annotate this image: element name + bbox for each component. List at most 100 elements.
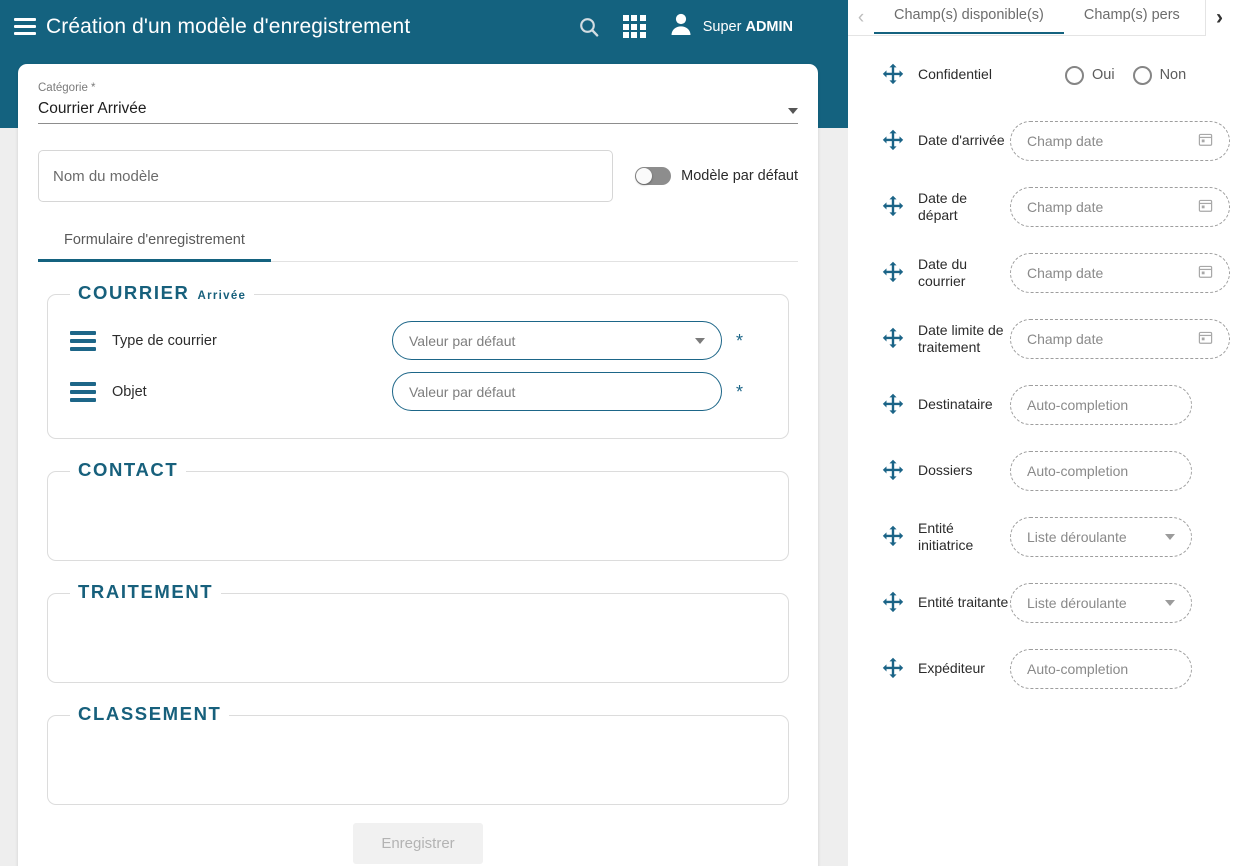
move-handle-icon[interactable] bbox=[880, 62, 906, 88]
tab-formulaire-enregistrement[interactable]: Formulaire d'enregistrement bbox=[38, 224, 271, 262]
tabs-scroll-right-icon[interactable]: › bbox=[1205, 0, 1233, 36]
move-handle-icon[interactable] bbox=[880, 326, 906, 352]
section-courrier: COURRIER Arrivée Type de courrier Valeur… bbox=[47, 282, 789, 439]
field-list-item[interactable]: Entité initiatrice Liste déroulante bbox=[848, 504, 1233, 570]
field-list-item[interactable]: Dossiers Auto-completion bbox=[848, 438, 1233, 504]
move-handle-icon[interactable] bbox=[880, 458, 906, 484]
field-list-item[interactable]: Date de départ Champ date bbox=[848, 174, 1233, 240]
field-placeholder: Champ date bbox=[1027, 199, 1104, 215]
field-list-item[interactable]: Date limite de traitement Champ date bbox=[848, 306, 1233, 372]
chevron-down-icon[interactable] bbox=[695, 337, 705, 344]
section-subtitle: Arrivée bbox=[197, 290, 247, 302]
field-control-date[interactable]: Champ date bbox=[1010, 319, 1230, 359]
hamburger-icon[interactable] bbox=[14, 18, 36, 35]
field-placeholder: Valeur par défaut bbox=[409, 332, 516, 349]
field-placeholder: Auto-completion bbox=[1027, 661, 1129, 677]
move-handle-icon[interactable] bbox=[880, 128, 906, 154]
save-button[interactable]: Enregistrer bbox=[353, 823, 483, 864]
field-row-type-de-courrier: Type de courrier Valeur par défaut * bbox=[48, 315, 788, 366]
field-control-date[interactable]: Champ date bbox=[1010, 121, 1230, 161]
toggle-knob bbox=[636, 168, 653, 184]
drag-handle-icon[interactable] bbox=[70, 381, 96, 402]
field-control-date[interactable]: Champ date bbox=[1010, 253, 1230, 293]
main-pane: Création d'un modèle d'enregistrement Su… bbox=[0, 0, 848, 866]
tab-champs-personnalises[interactable]: Champ(s) pers bbox=[1064, 1, 1200, 34]
category-select[interactable]: Catégorie * Courrier Arrivée bbox=[38, 82, 798, 128]
radio-label: Oui bbox=[1092, 67, 1115, 83]
field-control-select[interactable]: Valeur par défaut bbox=[392, 321, 722, 360]
field-control-list[interactable]: Liste déroulante bbox=[1010, 517, 1192, 557]
section-classement-legend: CLASSEMENT bbox=[70, 703, 230, 725]
field-list-item-label: Expéditeur bbox=[918, 660, 985, 677]
field-control-auto[interactable]: Auto-completion bbox=[1010, 385, 1192, 425]
calendar-icon[interactable] bbox=[1198, 264, 1213, 282]
grid-apps-icon[interactable] bbox=[622, 15, 646, 38]
field-list-item[interactable]: Date d'arrivée Champ date bbox=[848, 108, 1233, 174]
section-title: CONTACT bbox=[78, 459, 179, 480]
available-fields-panel: ‹ Champ(s) disponible(s) Champ(s) pers ›… bbox=[848, 0, 1233, 866]
section-title: CLASSEMENT bbox=[78, 703, 222, 724]
field-list-item-label: Date du courrier bbox=[918, 255, 968, 290]
field-control-text[interactable]: Valeur par défaut bbox=[392, 372, 722, 411]
user-name: Super ADMIN bbox=[702, 18, 793, 35]
field-row-objet: Objet Valeur par défaut * bbox=[48, 366, 788, 417]
field-list-item[interactable]: Entité traitante Liste déroulante bbox=[848, 570, 1233, 636]
field-list-item[interactable]: Date du courrier Champ date bbox=[848, 240, 1233, 306]
move-handle-icon[interactable] bbox=[880, 194, 906, 220]
move-handle-icon[interactable] bbox=[880, 392, 906, 418]
calendar-icon[interactable] bbox=[1198, 198, 1213, 216]
field-list-item-label: Destinataire bbox=[918, 396, 993, 413]
section-title: COURRIER bbox=[78, 282, 190, 303]
section-classement: CLASSEMENT bbox=[47, 703, 789, 805]
field-list-item-label: Date limite de traitement bbox=[918, 321, 1004, 356]
category-value: Courrier Arrivée bbox=[38, 100, 147, 117]
move-handle-icon[interactable] bbox=[880, 524, 906, 550]
field-placeholder: Liste déroulante bbox=[1027, 529, 1127, 545]
move-handle-icon[interactable] bbox=[880, 590, 906, 616]
user-menu[interactable]: Super ADMIN bbox=[668, 11, 793, 42]
required-marker: * bbox=[736, 381, 744, 402]
field-label: Objet bbox=[112, 383, 147, 400]
model-name-input[interactable] bbox=[38, 150, 614, 202]
field-control-list[interactable]: Liste déroulante bbox=[1010, 583, 1192, 623]
section-traitement-legend: TRAITEMENT bbox=[70, 581, 222, 603]
move-handle-icon[interactable] bbox=[880, 260, 906, 286]
search-icon[interactable] bbox=[577, 15, 601, 39]
chevron-down-icon[interactable] bbox=[1165, 600, 1175, 606]
chevron-down-icon[interactable] bbox=[1165, 534, 1175, 540]
field-control-auto[interactable]: Auto-completion bbox=[1010, 649, 1192, 689]
field-control-date[interactable]: Champ date bbox=[1010, 187, 1230, 227]
field-list-item-label: Entité traitante bbox=[918, 594, 1009, 611]
section-contact-legend: CONTACT bbox=[70, 459, 187, 481]
radio-button[interactable] bbox=[1065, 65, 1084, 85]
panel-tabs: ‹ Champ(s) disponible(s) Champ(s) pers › bbox=[848, 0, 1233, 36]
field-control-auto[interactable]: Auto-completion bbox=[1010, 451, 1192, 491]
radio-group: Oui Non bbox=[1065, 65, 1196, 85]
radio-button[interactable] bbox=[1132, 65, 1152, 85]
toggle-switch[interactable] bbox=[635, 167, 672, 185]
calendar-icon[interactable] bbox=[1198, 330, 1213, 348]
chevron-down-icon[interactable] bbox=[788, 108, 798, 114]
move-handle-icon[interactable] bbox=[880, 656, 906, 682]
app-root: Création d'un modèle d'enregistrement Su… bbox=[0, 0, 1233, 866]
field-list-item[interactable]: Destinataire Auto-completion bbox=[848, 372, 1233, 438]
drag-handle-icon[interactable] bbox=[70, 330, 96, 351]
field-list: Confidentiel Oui Non Date d'arrivée Champ da… bbox=[848, 36, 1233, 702]
field-placeholder: Liste déroulante bbox=[1027, 595, 1127, 611]
field-placeholder: Valeur par défaut bbox=[409, 383, 516, 400]
field-list-item[interactable]: Confidentiel Oui Non bbox=[848, 42, 1233, 108]
section-contact: CONTACT bbox=[47, 459, 789, 561]
field-placeholder: Auto-completion bbox=[1027, 397, 1129, 413]
tab-champs-disponibles[interactable]: Champ(s) disponible(s) bbox=[874, 1, 1064, 34]
section-courrier-legend: COURRIER Arrivée bbox=[70, 282, 255, 304]
tabs-scroll-left-icon[interactable]: ‹ bbox=[848, 0, 874, 36]
field-list-item-label: Dossiers bbox=[918, 462, 973, 479]
field-label: Type de courrier bbox=[112, 332, 217, 349]
form-card: Catégorie * Courrier Arrivée Modèle par … bbox=[18, 64, 818, 866]
field-list-item[interactable]: Expéditeur Auto-completion bbox=[848, 636, 1233, 702]
field-placeholder: Champ date bbox=[1027, 265, 1104, 281]
section-traitement: TRAITEMENT bbox=[47, 581, 789, 683]
field-placeholder: Champ date bbox=[1027, 133, 1104, 149]
calendar-icon[interactable] bbox=[1198, 132, 1213, 150]
default-model-toggle[interactable]: Modèle par défaut bbox=[635, 167, 798, 185]
